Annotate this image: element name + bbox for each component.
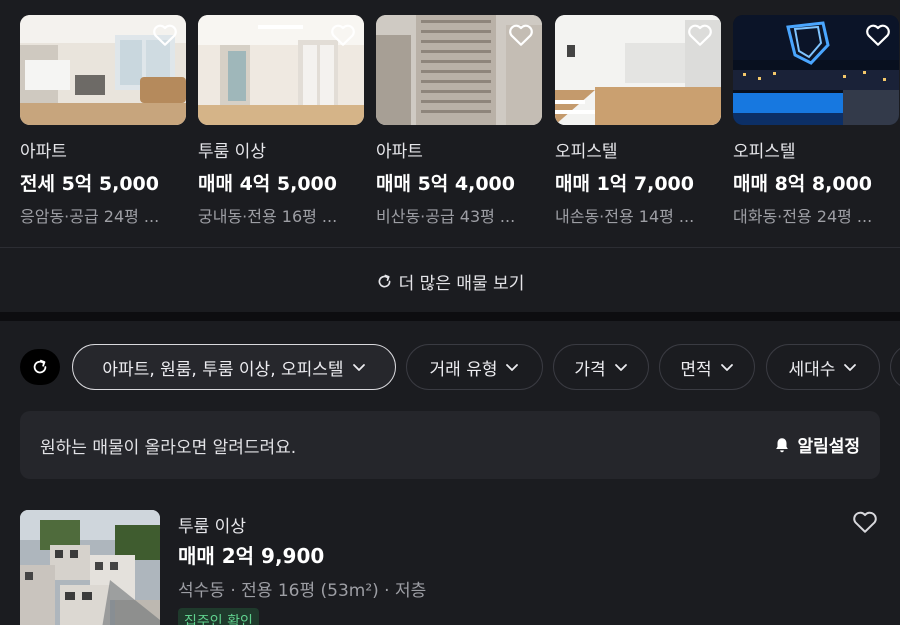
- filter-chip-label: 아파트, 원룸, 투룸 이상, 오피스텔: [102, 359, 344, 380]
- heart-icon[interactable]: [687, 23, 713, 47]
- property-type: 오피스텔: [555, 142, 618, 162]
- listing-info: 석수동 · 전용 16평 (53m²) · 저층: [178, 581, 427, 601]
- filter-chip-property-type[interactable]: 아파트, 원룸, 투룸 이상, 오피스텔: [72, 344, 396, 390]
- filter-chip-label: 거래 유형: [429, 359, 498, 380]
- filter-chip-overflow[interactable]: [890, 344, 900, 390]
- listing-price: 매매 2억 9,900: [178, 544, 325, 568]
- bell-icon: [776, 437, 789, 452]
- reset-filters-button[interactable]: [20, 349, 60, 385]
- property-photo[interactable]: [733, 15, 899, 125]
- heart-icon[interactable]: [508, 23, 534, 47]
- chevron-down-icon: [352, 364, 365, 371]
- property-price: 매매 8억 8,000: [733, 173, 872, 195]
- property-card[interactable]: 투룸 이상 매매 4억 5,000 궁내동·전용 16평 ...: [198, 15, 364, 226]
- heart-icon[interactable]: [330, 23, 356, 47]
- property-type: 오피스텔: [733, 142, 796, 162]
- property-type: 아파트: [376, 142, 423, 162]
- alert-banner: 원하는 매물이 올라오면 알려드려요. 알림설정: [20, 411, 880, 479]
- filter-bar: 아파트, 원룸, 투룸 이상, 오피스텔 거래 유형 가격 면적 세대수: [20, 344, 900, 390]
- property-photo[interactable]: [20, 15, 186, 125]
- property-card[interactable]: 오피스텔 매매 1억 7,000 내손동·전용 14평 ...: [555, 15, 721, 226]
- property-info: 궁내동·전용 16평 ...: [198, 207, 338, 226]
- chevron-down-icon: [506, 364, 519, 371]
- filter-chip-deal-type[interactable]: 거래 유형: [406, 344, 543, 390]
- verified-owner-badge: 집주인 확인: [178, 608, 259, 625]
- chevron-down-icon: [614, 364, 627, 371]
- heart-icon[interactable]: [152, 23, 178, 47]
- recommended-cards: 아파트 전세 5억 5,000 응암동·공급 24평 ... 투룸 이상 매매 …: [20, 15, 900, 235]
- listing-photo[interactable]: [20, 510, 160, 625]
- property-photo[interactable]: [376, 15, 542, 125]
- recommended-section: 아파트 전세 5억 5,000 응암동·공급 24평 ... 투룸 이상 매매 …: [0, 0, 900, 312]
- property-price: 전세 5억 5,000: [20, 173, 159, 195]
- refresh-icon: [378, 274, 391, 287]
- property-price: 매매 1억 7,000: [555, 173, 694, 195]
- property-card[interactable]: 오피스텔 매매 8억 8,000 대화동·전용 24평 ...: [733, 15, 899, 226]
- section-separator: [0, 312, 900, 321]
- alert-settings-button[interactable]: 알림설정: [773, 432, 860, 457]
- alert-settings-label: 알림설정: [797, 437, 860, 457]
- more-listings-label: 더 많은 매물 보기: [398, 273, 525, 294]
- filter-chip-label: 세대수: [788, 359, 836, 380]
- divider: [0, 247, 900, 248]
- filter-chip-area[interactable]: 면적: [659, 344, 755, 390]
- listing-item[interactable]: 투룸 이상 매매 2억 9,900 석수동 · 전용 16평 (53m²) · …: [20, 510, 880, 625]
- property-info: 대화동·전용 24평 ...: [733, 207, 873, 226]
- filter-chip-price[interactable]: 가격: [553, 344, 649, 390]
- refresh-icon: [33, 359, 47, 374]
- property-price: 매매 5억 4,000: [376, 173, 515, 195]
- more-listings-button[interactable]: 더 많은 매물 보기: [0, 252, 900, 310]
- property-photo[interactable]: [555, 15, 721, 125]
- property-price: 매매 4억 5,000: [198, 173, 337, 195]
- chevron-down-icon: [844, 364, 857, 371]
- filter-chip-label: 가격: [574, 359, 606, 380]
- property-type: 투룸 이상: [198, 142, 266, 162]
- filter-chip-households[interactable]: 세대수: [766, 344, 880, 390]
- property-info: 비산동·공급 43평 ...: [376, 207, 516, 226]
- heart-icon[interactable]: [865, 23, 891, 47]
- property-card[interactable]: 아파트 매매 5억 4,000 비산동·공급 43평 ...: [376, 15, 542, 226]
- heart-icon[interactable]: [852, 510, 878, 534]
- filter-chip-label: 면적: [680, 359, 712, 380]
- chevron-down-icon: [720, 364, 733, 371]
- property-info: 응암동·공급 24평 ...: [20, 207, 160, 226]
- property-type: 아파트: [20, 142, 67, 162]
- property-card[interactable]: 아파트 전세 5억 5,000 응암동·공급 24평 ...: [20, 15, 186, 226]
- alert-text: 원하는 매물이 올라오면 알려드려요.: [40, 438, 297, 458]
- listing-type: 투룸 이상: [178, 517, 246, 537]
- property-info: 내손동·전용 14평 ...: [555, 207, 695, 226]
- property-photo[interactable]: [198, 15, 364, 125]
